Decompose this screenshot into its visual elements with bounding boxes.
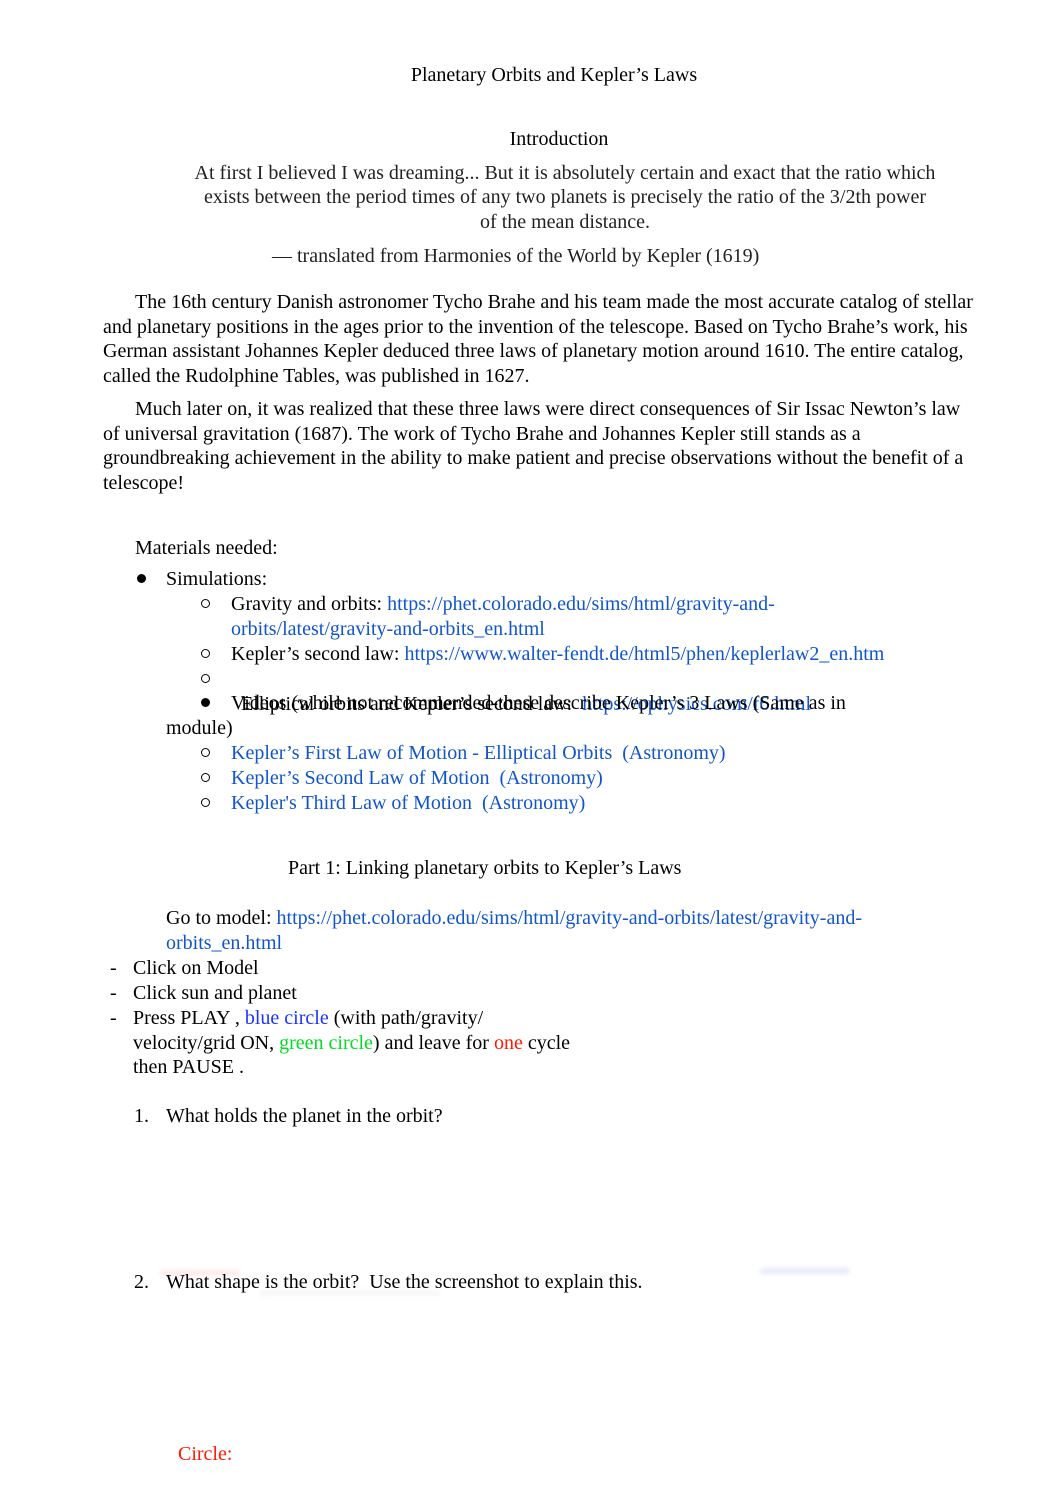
gravity-orbits-link[interactable]: https://phet.colorado.edu/sims/html/grav…: [387, 593, 775, 615]
dash-bullet: -: [110, 1007, 117, 1029]
intro-heading: Introduction: [509, 128, 609, 150]
simulation-label: Gravity and orbits:: [231, 593, 388, 615]
video-link-first-law[interactable]: Kepler’s First Law of Motion - Elliptica…: [231, 741, 726, 766]
list-item-simulations: [137, 567, 146, 592]
videos-label: Videos (while not recommended-these desc…: [231, 692, 846, 714]
step-press-play-cont: velocity/grid ON, green circle) and leav…: [133, 1031, 570, 1056]
materials-heading: Materials needed:: [135, 537, 278, 559]
step-click-model: Click on Model: [133, 957, 259, 979]
bullet-disc-icon: [201, 691, 210, 716]
dash-bullet: -: [110, 982, 117, 1004]
gravity-orbits-link-cont[interactable]: orbits/latest/gravity-and-orbits_en.html: [231, 617, 545, 642]
kepler-second-law-link[interactable]: https://www.walter-fendt.de/html5/phen/k…: [404, 643, 884, 665]
green-circle-text: green circle: [279, 1032, 373, 1054]
dash-bullet: -: [110, 957, 117, 979]
question-number: 1.: [134, 1105, 149, 1127]
list-item-simulation: Kepler’s second law: https://www.walter-…: [231, 642, 884, 667]
step-text: ) and leave for: [372, 1032, 494, 1054]
bullet-circle-icon: [201, 642, 210, 667]
question-text: What holds the planet in the orbit?: [166, 1105, 443, 1127]
goto-label: Go to model:: [166, 907, 277, 929]
part1-heading: Part 1: Linking planetary orbits to Kepl…: [288, 857, 682, 879]
step-text: (with path/gravity/: [328, 1007, 484, 1029]
bullet-circle-icon: [201, 741, 210, 766]
goto-model-link[interactable]: https://phet.colorado.edu/sims/html/grav…: [277, 907, 862, 929]
blue-circle-text: blue circle: [244, 1007, 329, 1029]
document-title: Planetary Orbits and Kepler’s Laws: [410, 64, 698, 86]
simulations-label: Simulations:: [166, 568, 268, 590]
video-link-second-law[interactable]: Kepler’s Second Law of Motion (Astronomy…: [231, 766, 603, 791]
one-text: one: [493, 1032, 523, 1054]
list-item-simulation: Gravity and orbits: https://phet.colorad…: [231, 592, 775, 617]
question-number: 2.: [134, 1271, 149, 1293]
videos-label-cont: module): [166, 717, 233, 739]
quote-line: of the mean distance.: [480, 211, 650, 233]
simulation-label: Kepler’s second law:: [231, 643, 405, 665]
step-text: velocity/grid ON,: [133, 1032, 280, 1054]
bullet-circle-icon: [201, 766, 210, 791]
step-click-sun-planet: Click sun and planet: [133, 982, 297, 1004]
intro-paragraph: Much later on, it was realized that thes…: [103, 398, 964, 494]
step-press-play-end: then PAUSE .: [133, 1056, 244, 1078]
answer-label-circle: Circle:: [178, 1443, 233, 1465]
bullet-circle-icon: [201, 791, 210, 816]
bullet-disc-icon: [137, 573, 146, 583]
question-text: What shape is the orbit? Use the screens…: [166, 1271, 643, 1293]
goto-model-link-cont[interactable]: orbits_en.html: [166, 931, 282, 956]
bullet-circle-icon: [201, 667, 210, 692]
faint-image-artifact: [760, 1268, 850, 1274]
quote-line: At first I believed I was dreaming... Bu…: [194, 162, 936, 184]
step-text: Press PLAY ,: [133, 1007, 245, 1029]
step-text: cycle: [522, 1032, 571, 1054]
bullet-circle-icon: [201, 592, 210, 617]
quote-attribution: — translated from Harmonies of the World…: [272, 245, 760, 267]
intro-paragraph: The 16th century Danish astronomer Tycho…: [103, 291, 973, 387]
quote-line: exists between the period times of any t…: [203, 186, 927, 208]
step-press-play: Press PLAY , blue circle (with path/grav…: [133, 1006, 483, 1031]
video-link-third-law[interactable]: Kepler's Third Law of Motion (Astronomy): [231, 791, 585, 816]
goto-model: Go to model: https://phet.colorado.edu/s…: [166, 906, 862, 931]
